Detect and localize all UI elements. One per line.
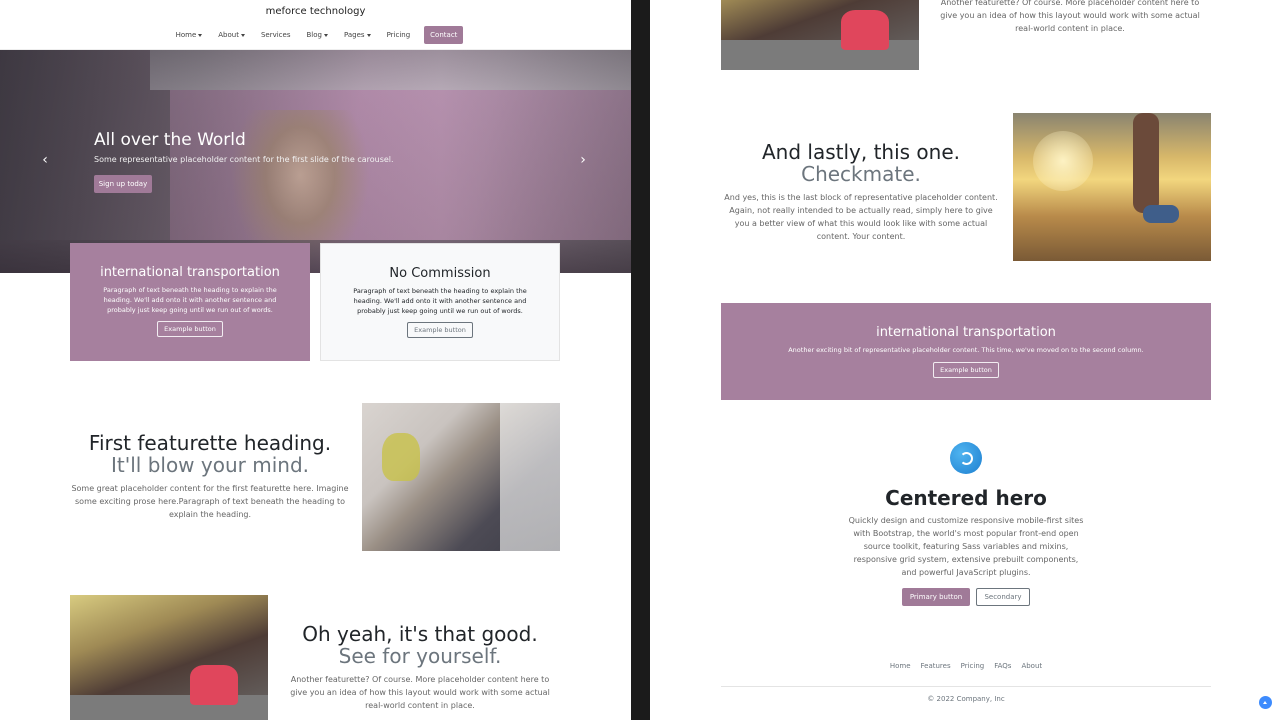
image-sun [1033,131,1093,191]
image-road [70,695,268,720]
footer-copyright: © 2022 Company, Inc [927,695,1005,703]
featurette-heading: Oh yeah, it's that good. [302,622,538,646]
nav-item-about[interactable]: About [210,28,253,42]
caret-down-icon [240,33,245,37]
nav-item-blog[interactable]: Blog [298,28,335,42]
footer-link-pricing[interactable]: Pricing [956,662,990,670]
chevron-right-icon[interactable]: › [578,152,588,168]
left-page-view[interactable]: meforce technology Home About Services B… [0,0,631,720]
nav-item-pricing[interactable]: Pricing [379,28,419,42]
footer-divider [721,686,1211,687]
featurette-first: First featurette heading. It'll blow you… [70,432,350,521]
featurette-muted-heading: Checkmate. [801,162,921,186]
back-to-top-icon[interactable] [1259,696,1272,709]
featurette-image-pushup [362,403,560,551]
caret-down-icon [323,33,328,37]
footer-link-faqs[interactable]: FAQs [989,662,1016,670]
image-shoe [841,10,889,50]
featurette-muted-heading: It'll blow your mind. [110,453,309,477]
caret-down-icon [198,33,203,37]
primary-button[interactable]: Primary button [902,588,970,606]
chevron-left-icon[interactable]: ‹ [40,152,50,168]
featurette-heading: And lastly, this one. [761,140,961,164]
image-leg [1133,113,1159,213]
featurette-muted-heading: See for yourself. [338,644,502,668]
card-title: No Commission [389,266,491,281]
card-text: Paragraph of text beneath the heading to… [103,286,277,314]
featurette-image-runner [1013,113,1211,261]
secondary-button[interactable]: Secondary [976,588,1030,606]
card-text: Paragraph of text beneath the heading to… [353,287,527,315]
featurette-text: And yes, this is the last block of repre… [724,193,998,241]
nav-item-label: Services [260,31,291,39]
footer-nav: Home Features Pricing FAQs About [721,662,1211,670]
nav-item-label: Pages [343,31,365,39]
logo-ring [959,451,973,465]
nav-item-label: Blog [306,31,322,39]
screen: meforce technology Home About Services B… [0,0,1280,720]
nav-item-home[interactable]: Home [168,28,211,42]
example-button[interactable]: Example button [933,362,999,378]
card-no-commission: No Commission Paragraph of text beneath … [320,243,560,361]
band-text: Another exciting bit of representative p… [788,346,1144,354]
featurette-heading: First featurette heading. [88,431,332,455]
carousel-title: All over the World [94,130,246,150]
brand-logo[interactable]: meforce technology [0,6,631,17]
nav-item-label: Pricing [386,31,411,39]
featurette-text: Another featurette? Of course. More plac… [940,0,1200,33]
bootstrap-logo-icon [950,442,982,474]
featurette-image-shoelace [721,0,919,70]
footer-link-about[interactable]: About [1016,662,1047,670]
nav-item-label: Home [175,31,197,39]
featurette-image-shoelace [70,595,268,720]
image-highlight [500,403,560,551]
nav-item-pages[interactable]: Pages [336,28,379,42]
example-button[interactable]: Example button [407,322,473,338]
featurette-second: Oh yeah, it's that good. See for yoursel… [282,623,558,712]
band-international-transportation: international transportation Another exc… [721,303,1211,400]
right-page-view[interactable]: Another featurette? Of course. More plac… [650,0,1280,720]
centered-hero-buttons: Primary button Secondary [721,588,1211,606]
card-title: international transportation [100,265,280,280]
card-international-transportation: international transportation Paragraph o… [70,243,310,361]
hero-carousel: All over the World Some representative p… [0,50,631,273]
example-button[interactable]: Example button [157,321,223,337]
nav-item-label: Contact [430,31,458,39]
nav-menu: Home About Services Blog Pages Pricing C… [0,26,631,44]
centered-hero-title: Centered hero [885,486,1047,510]
nav-item-label: About [218,31,239,39]
footer-link-home[interactable]: Home [885,662,916,670]
nav-item-services[interactable]: Services [253,28,299,42]
carousel-caption: Some representative placeholder content … [94,155,394,164]
image-road [721,40,919,70]
nav-contact-button[interactable]: Contact [424,26,464,44]
navbar: meforce technology Home About Services B… [0,0,631,50]
footer-link-features[interactable]: Features [916,662,956,670]
image-shoe [190,665,238,705]
signup-button[interactable]: Sign up today [94,175,152,193]
image-shoe [1143,205,1179,223]
panel-divider [631,0,650,720]
image-shirt [382,433,420,481]
featurette-text: Some great placeholder content for the f… [71,484,349,519]
featurette-text: Another featurette? Of course. More plac… [290,675,550,710]
centered-hero-text: Quickly design and customize responsive … [848,516,1084,577]
caret-down-icon [366,33,371,37]
featurette-third: And lastly, this one. Checkmate. And yes… [721,141,1001,243]
band-title: international transportation [876,325,1056,340]
